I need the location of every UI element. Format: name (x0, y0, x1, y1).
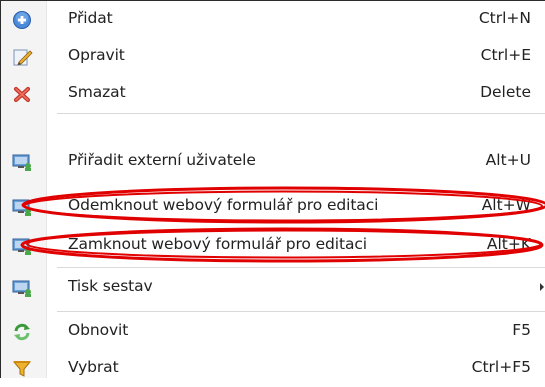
menu-item-print-reports[interactable]: Tisk sestav (1, 269, 545, 306)
menu-item-label: Opravit (68, 46, 125, 64)
menu-item-label: Vybrat (68, 358, 119, 376)
menu-item-label: Smazat (68, 83, 126, 101)
menu-separator (57, 311, 545, 312)
delete-icon (12, 84, 34, 104)
menu-item-label: Odemknout webový formulář pro editaci (68, 196, 379, 214)
menu-item-shortcut: Alt+W (481, 196, 531, 214)
menu-item-label: Přidat (68, 9, 113, 27)
menu-item-shortcut: Alt+U (485, 151, 531, 169)
menu-item-unlock-web-form[interactable]: Odemknout webový formulář pro editaci Al… (1, 188, 545, 225)
menu-item-assign-external-users[interactable]: Přiřadit externí uživatele Alt+U (1, 143, 545, 180)
edit-icon (12, 47, 34, 67)
lock-form-icon (12, 236, 34, 256)
menu-item-label: Tisk sestav (68, 277, 153, 295)
menu-separator (57, 113, 545, 114)
print-reports-icon (12, 278, 34, 298)
menu-item-shortcut: Ctrl+E (480, 46, 531, 64)
refresh-icon (12, 322, 34, 342)
submenu-arrow-icon (540, 283, 544, 291)
menu-item-shortcut: F5 (512, 321, 531, 339)
menu-item-label: Obnovit (68, 321, 129, 339)
filter-icon (12, 359, 34, 379)
menu-item-shortcut: Alt+K (486, 235, 531, 253)
menu-item-shortcut: Delete (480, 83, 531, 101)
menu-item-delete[interactable]: Smazat Delete (1, 75, 545, 112)
menu-item-add[interactable]: Přidat Ctrl+N (1, 1, 545, 38)
unlock-form-icon (12, 197, 34, 217)
menu-item-label: Přiřadit externí uživatele (68, 151, 256, 169)
menu-item-label: Zamknout webový formulář pro editaci (68, 235, 367, 253)
menu-item-lock-web-form[interactable]: Zamknout webový formulář pro editaci Alt… (1, 227, 545, 264)
assign-users-icon (12, 152, 34, 172)
menu-item-refresh[interactable]: Obnovit F5 (1, 313, 545, 350)
menu-item-select[interactable]: Vybrat Ctrl+F5 (1, 350, 545, 387)
menu-item-shortcut: Ctrl+F5 (471, 358, 531, 376)
add-icon (12, 10, 34, 30)
menu-item-shortcut: Ctrl+N (478, 9, 531, 27)
menu-separator (57, 267, 545, 268)
context-menu: Přidat Ctrl+N Opravit Ctrl+E Smazat Dele… (0, 0, 545, 378)
menu-item-edit[interactable]: Opravit Ctrl+E (1, 38, 545, 75)
